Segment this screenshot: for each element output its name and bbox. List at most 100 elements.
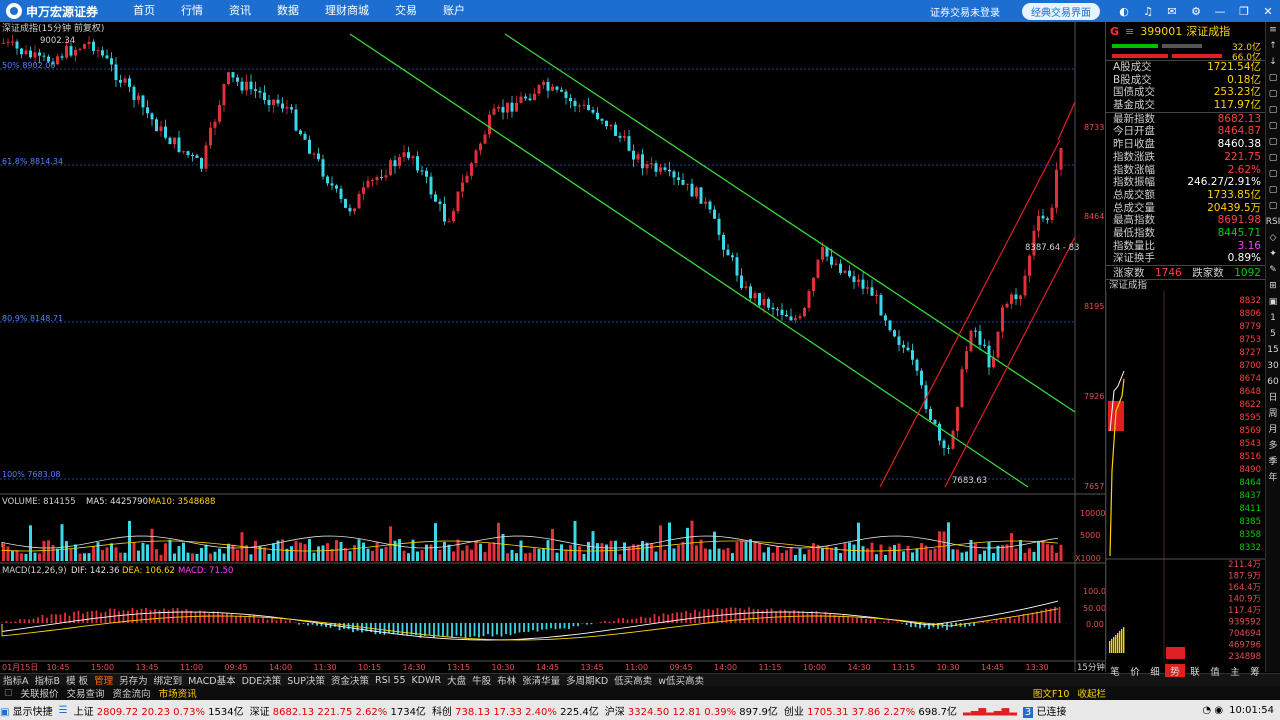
status-icons[interactable]: ◔ ◉ (1202, 705, 1223, 716)
index-ticker-kc[interactable]: 科创 738.13 17.33 2.40% 225.4亿 (432, 703, 599, 718)
login-status[interactable]: 证券交易未登录 (930, 4, 1000, 19)
indicator-tab[interactable]: 模 板 (63, 673, 91, 687)
minimize-icon[interactable]: — (1213, 4, 1227, 18)
toolbar-button[interactable]: 30 (1267, 358, 1278, 374)
mini-tab[interactable]: 笔 (1105, 664, 1125, 678)
settings-icon[interactable]: ⚙ (1189, 4, 1203, 18)
panel-tab[interactable]: 交易查询 (63, 686, 109, 700)
indicator-tab[interactable]: 另存为 (116, 673, 151, 687)
mini-tab[interactable]: 势 (1165, 664, 1185, 678)
toolbar-button[interactable]: ✦ (1269, 246, 1277, 262)
indicator-tab[interactable]: 指标B (32, 673, 64, 687)
mini-tab[interactable]: 细 (1145, 664, 1165, 678)
restore-icon[interactable]: ❐ (1237, 4, 1251, 18)
indicator-tab[interactable]: 多周期KD (563, 673, 611, 687)
toolbar-button[interactable]: ⊞ (1269, 278, 1277, 294)
index-stat-rows: 最新指数 8682.13 今日开盘 8464.87 昨日收盘 8460.38 指数涨跌 221… (1106, 111, 1265, 265)
toolbar-button[interactable]: ▢ (1269, 70, 1278, 86)
period-label[interactable]: 15分钟 (1077, 662, 1105, 672)
toolbar-button[interactable]: 月 (1268, 422, 1277, 438)
quick-toggle[interactable]: ▣ 显示快捷 (0, 703, 53, 718)
panel-tab[interactable]: 关联报价 (17, 686, 63, 700)
toolbar-button[interactable]: ▢ (1269, 102, 1278, 118)
menu-home[interactable]: 首页 (120, 0, 168, 22)
toolbar-button[interactable]: ▢ (1269, 198, 1278, 214)
menu-icon[interactable]: ≡ (1125, 25, 1134, 38)
toolbar-button[interactable]: ▢ (1269, 86, 1278, 102)
toolbar-button[interactable]: 15 (1267, 342, 1278, 358)
panel-icon[interactable]: ▢ (0, 688, 17, 698)
indicator-tab[interactable]: MACD基本 (185, 673, 238, 687)
mini-tab[interactable]: 价 (1125, 664, 1145, 678)
time-label: 13:45 (136, 663, 159, 672)
quote-row-label: 指数涨幅 (1113, 163, 1155, 176)
mini-tab[interactable]: 筹 (1245, 664, 1265, 678)
menu-market[interactable]: 行情 (168, 0, 216, 22)
toolbar-button[interactable]: ▢ (1269, 134, 1278, 150)
toolbar-button[interactable]: 日 (1268, 390, 1277, 406)
menu-trade[interactable]: 交易 (382, 0, 430, 22)
panel-right-link[interactable]: 收起栏 (1073, 686, 1110, 700)
quote-row-value: 20439.5万 (1207, 201, 1261, 214)
toolbar-button[interactable]: ↓ (1269, 54, 1277, 70)
toolbar-button[interactable]: ▢ (1269, 182, 1278, 198)
indicator-tab[interactable]: SUP决策 (284, 673, 328, 687)
indicator-tab[interactable]: 大盘 (444, 673, 469, 687)
toolbar-button[interactable]: ≡ (1269, 22, 1277, 38)
indicator-tab[interactable]: 低买高卖 (611, 673, 655, 687)
time-label: 10:00 (803, 663, 826, 672)
indicator-tab[interactable]: 管理 (91, 673, 116, 687)
toolbar-button[interactable]: ▢ (1269, 118, 1278, 134)
toolbar-button[interactable]: 1 (1270, 310, 1276, 326)
theme-icon[interactable]: ◐ (1117, 4, 1131, 18)
menu-icon[interactable]: ☰ (59, 705, 68, 716)
toolbar-button[interactable]: ↑ (1269, 38, 1277, 54)
indicator-tab[interactable]: 资金决策 (328, 673, 372, 687)
menu-news[interactable]: 资讯 (216, 0, 264, 22)
mail-icon[interactable]: ✉ (1165, 4, 1179, 18)
index-ticker-cy[interactable]: 创业 1705.31 37.86 2.27% 698.7亿 (784, 703, 957, 718)
toolbar-button[interactable]: 周 (1268, 406, 1277, 422)
indicator-tab[interactable]: DDE决策 (239, 673, 285, 687)
menu-account[interactable]: 账户 (430, 0, 478, 22)
mini-tab[interactable]: 主 (1225, 664, 1245, 678)
indicator-tab[interactable]: w低买高卖 (655, 673, 707, 687)
indicator-tab[interactable]: 绑定到 (151, 673, 186, 687)
headset-icon[interactable]: ♫ (1141, 4, 1155, 18)
candlesticks (2, 34, 1063, 456)
panel-right-link[interactable]: 图文F10 (1029, 686, 1074, 700)
toolbar-button[interactable]: ▢ (1269, 166, 1278, 182)
toolbar-button[interactable]: ▣ (1269, 294, 1278, 310)
menu-data[interactable]: 数据 (264, 0, 312, 22)
mini-tab[interactable]: 值 (1205, 664, 1225, 678)
toolbar-button[interactable]: 多 (1268, 438, 1277, 454)
indicator-tab[interactable]: KDWR (409, 675, 445, 686)
intraday-mini-chart[interactable]: 8832 8806 8779 8753 8727 8700 8674 8648 8622 8595… (1105, 291, 1265, 662)
toolbar-button[interactable]: ✎ (1269, 262, 1277, 278)
toolbar-button[interactable]: RSI (1266, 214, 1280, 230)
macd-legend: MACD(12,26,9) (2, 566, 67, 576)
indicator-tab[interactable]: 布林 (494, 673, 519, 687)
panel-tab[interactable]: 资金流向 (109, 686, 155, 700)
y-tick-5: 7657 (1084, 482, 1104, 491)
close-icon[interactable]: ✕ (1261, 4, 1275, 18)
mini-tab[interactable]: 联 (1185, 664, 1205, 678)
index-ticker-sh[interactable]: 上证 2809.72 20.23 0.73% 1534亿 (74, 703, 244, 718)
toolbar-button[interactable]: ▢ (1269, 150, 1278, 166)
indicator-tab[interactable]: RSI 55 (372, 675, 409, 686)
indicator-tab[interactable]: 张清华量 (519, 673, 563, 687)
toolbar-button[interactable]: 5 (1270, 326, 1276, 342)
toolbar-button[interactable]: 季 (1268, 454, 1277, 470)
vol-tick-1: 10000 (1080, 509, 1105, 518)
indicator-tab[interactable]: 牛股 (469, 673, 494, 687)
index-ticker-hs[interactable]: 沪深 3324.50 12.81 0.39% 897.9亿 (605, 703, 778, 718)
classic-trade-button[interactable]: 经典交易界面 (1022, 2, 1100, 20)
menu-wealth[interactable]: 理财商城 (312, 0, 382, 22)
toolbar-button[interactable]: 年 (1268, 470, 1277, 486)
index-ticker-sz[interactable]: 深证 8682.13 221.75 2.62% 1734亿 (250, 703, 426, 718)
indicator-tab[interactable]: 指标A (0, 673, 32, 687)
panel-tab[interactable]: 市场资讯 (155, 686, 201, 700)
toolbar-button[interactable]: ◇ (1270, 230, 1277, 246)
toolbar-button[interactable]: 60 (1267, 374, 1278, 390)
kline-chart[interactable]: 深证成指(15分钟 前复权) 9002.34 50% 8902.00 61.8%… (0, 22, 1105, 672)
